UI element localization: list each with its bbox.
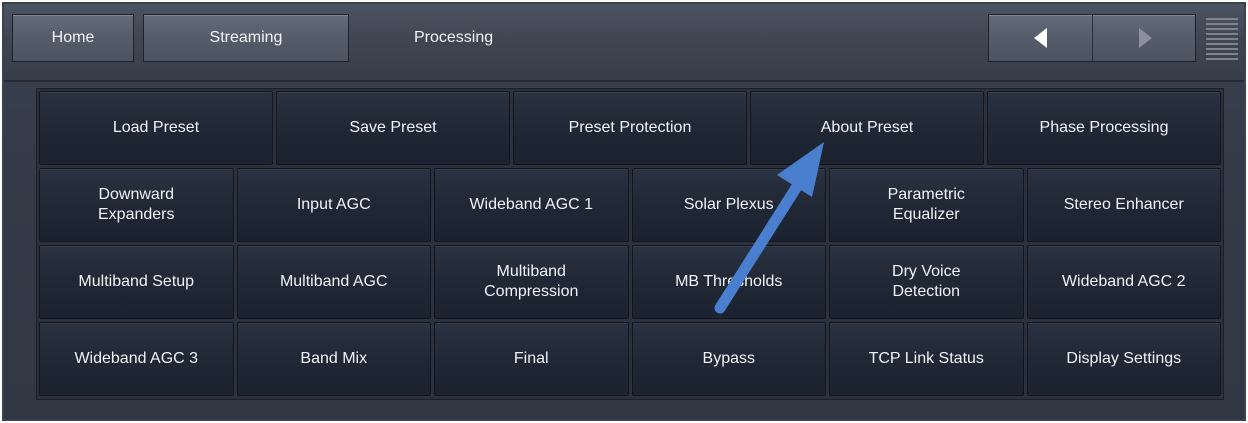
button-label: Wideband AGC 1 (469, 196, 594, 213)
preset-protection-button[interactable]: Preset Protection (513, 91, 747, 165)
wideband-agc-2-button[interactable]: Wideband AGC 2 (1026, 245, 1221, 319)
final-button[interactable]: Final (434, 322, 629, 396)
button-label: Solar Plexus (683, 196, 774, 213)
tab-processing-label: Processing (414, 29, 494, 46)
button-label: Multiband AGC (279, 273, 388, 290)
processing-menu-grid: Load Preset Save Preset Preset Protectio… (36, 88, 1224, 400)
button-label: Wideband AGC 3 (74, 350, 199, 367)
tab-streaming[interactable]: Streaming (143, 14, 349, 62)
triangle-right-icon (1138, 28, 1152, 48)
grid-row: Downward Expanders Input AGC Wideband AG… (39, 168, 1221, 242)
button-label: Stereo Enhancer (1063, 196, 1184, 213)
dry-voice-detection-button[interactable]: Dry Voice Detection (829, 245, 1024, 319)
wideband-agc-3-button[interactable]: Wideband AGC 3 (39, 322, 234, 396)
tab-home[interactable]: Home (12, 14, 134, 62)
solar-plexus-button[interactable]: Solar Plexus (631, 168, 826, 242)
wideband-agc-1-button[interactable]: Wideband AGC 1 (434, 168, 629, 242)
input-agc-button[interactable]: Input AGC (236, 168, 431, 242)
stereo-enhancer-button[interactable]: Stereo Enhancer (1026, 168, 1221, 242)
menu-button[interactable] (1204, 14, 1240, 62)
button-label: TCP Link Status (868, 350, 984, 367)
app-window: Home Streaming Processing Load Preset Sa… (2, 2, 1246, 421)
button-label: Preset Protection (568, 119, 692, 136)
band-mix-button[interactable]: Band Mix (236, 322, 431, 396)
multiband-setup-button[interactable]: Multiband Setup (39, 245, 234, 319)
tab-home-label: Home (51, 29, 95, 46)
button-label: Downward Expanders (98, 186, 175, 223)
button-label: About Preset (820, 119, 914, 136)
load-preset-button[interactable]: Load Preset (39, 91, 273, 165)
grid-row: Multiband Setup Multiband AGC Multiband … (39, 245, 1221, 319)
bypass-button[interactable]: Bypass (631, 322, 826, 396)
save-preset-button[interactable]: Save Preset (276, 91, 510, 165)
multiband-compression-button[interactable]: Multiband Compression (434, 245, 629, 319)
page-navigation (988, 14, 1196, 62)
downward-expanders-button[interactable]: Downward Expanders (39, 168, 234, 242)
display-settings-button[interactable]: Display Settings (1026, 322, 1221, 396)
button-label: MB Thresholds (675, 273, 783, 290)
button-label: Bypass (702, 350, 755, 367)
multiband-agc-button[interactable]: Multiband AGC (236, 245, 431, 319)
back-button[interactable] (989, 15, 1093, 61)
triangle-left-icon (1033, 28, 1047, 48)
grid-row: Wideband AGC 3 Band Mix Final Bypass TCP… (39, 322, 1221, 396)
button-label: Wideband AGC 2 (1061, 273, 1186, 290)
tab-processing[interactable]: Processing (349, 14, 577, 62)
button-label: Dry Voice Detection (892, 263, 961, 300)
tcp-link-status-button[interactable]: TCP Link Status (829, 322, 1024, 396)
button-label: Multiband Setup (78, 273, 195, 290)
button-label: Multiband Compression (484, 263, 579, 300)
phase-processing-button[interactable]: Phase Processing (987, 91, 1221, 165)
button-label: Save Preset (349, 119, 437, 136)
button-label: Final (513, 350, 549, 367)
button-label: Parametric Equalizer (887, 186, 965, 223)
button-label: Input AGC (296, 196, 371, 213)
grid-row: Load Preset Save Preset Preset Protectio… (39, 91, 1221, 165)
top-navigation-bar: Home Streaming Processing (4, 4, 1244, 82)
hamburger-menu-icon (1206, 18, 1238, 60)
mb-thresholds-button[interactable]: MB Thresholds (631, 245, 826, 319)
button-label: Band Mix (300, 350, 368, 367)
button-label: Phase Processing (1039, 119, 1169, 136)
button-label: Display Settings (1066, 350, 1182, 367)
about-preset-button[interactable]: About Preset (750, 91, 984, 165)
forward-button[interactable] (1093, 15, 1196, 61)
tab-streaming-label: Streaming (209, 29, 283, 46)
button-label: Load Preset (112, 119, 200, 136)
parametric-equalizer-button[interactable]: Parametric Equalizer (829, 168, 1024, 242)
